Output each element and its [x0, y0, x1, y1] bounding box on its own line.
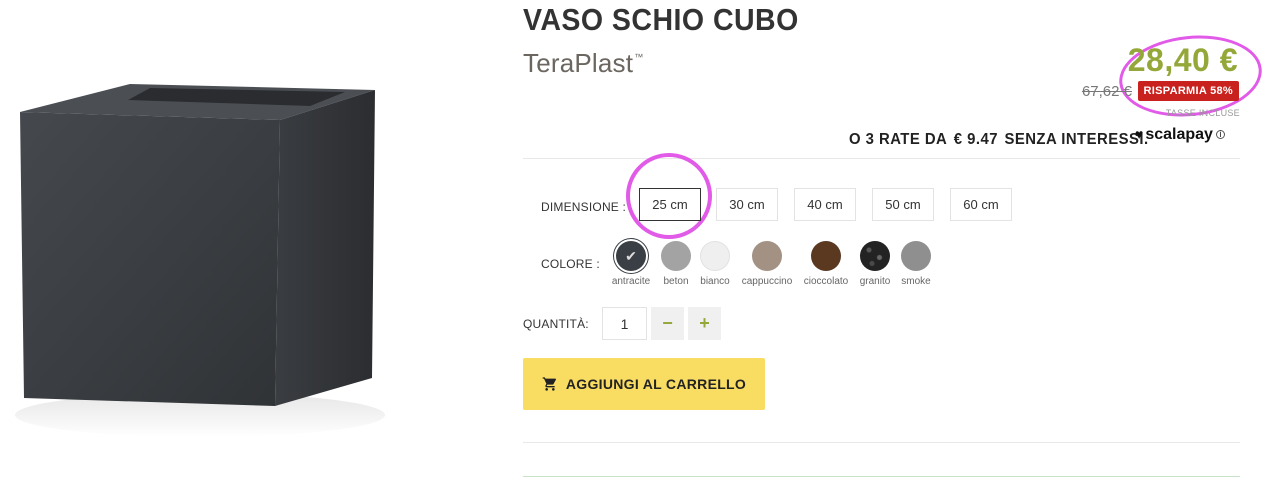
size-option-30[interactable]: 30 cm: [716, 188, 778, 221]
add-to-cart-label: AGGIUNGI AL CARRELLO: [565, 376, 747, 392]
installments-info: O 3 RATE DA € 9.47 SENZA INTERESSI.: [849, 131, 1155, 149]
heart-icon: ♥: [1135, 126, 1144, 142]
tax-note: TASSE INCLUSE: [1165, 108, 1240, 118]
divider: [523, 442, 1240, 443]
size-option-40[interactable]: 40 cm: [794, 188, 856, 221]
divider: [523, 158, 1240, 159]
cart-icon: [542, 377, 556, 391]
size-option-60[interactable]: 60 cm: [950, 188, 1012, 221]
color-swatch-smoke[interactable]: [901, 241, 931, 271]
quantity-increase-button[interactable]: +: [688, 307, 721, 340]
scalapay-label: scalapay: [1145, 126, 1213, 143]
color-swatch-antracite[interactable]: ✔: [616, 241, 646, 271]
add-to-cart-button[interactable]: AGGIUNGI AL CARRELLO: [523, 358, 765, 410]
quantity-label: QUANTITÀ:: [523, 317, 589, 331]
dimension-label: DIMENSIONE :: [541, 200, 627, 214]
product-image: [15, 84, 385, 437]
color-swatch-granito[interactable]: [860, 241, 890, 271]
info-icon[interactable]: i: [1215, 130, 1225, 140]
installments-suffix: SENZA INTERESSI.: [1004, 131, 1149, 148]
scalapay-logo[interactable]: ♥ scalapay i: [1135, 126, 1225, 144]
quantity-decrease-button[interactable]: −: [651, 307, 684, 340]
product-title: VASO SCHIO CUBO: [523, 2, 799, 37]
size-option-50[interactable]: 50 cm: [872, 188, 934, 221]
size-option-25[interactable]: 25 cm: [639, 188, 701, 221]
checkmark-icon: ✔: [625, 247, 637, 264]
color-label: COLORE :: [541, 257, 600, 271]
color-swatch-cappuccino[interactable]: [752, 241, 782, 271]
brand-label: TeraPlast: [523, 48, 634, 78]
brand-name[interactable]: TeraPlast™: [523, 48, 643, 79]
current-price: 28,40 €: [1127, 42, 1238, 78]
color-swatch-bianco[interactable]: [700, 241, 730, 271]
installments-text: O 3 RATE DA: [849, 131, 948, 148]
old-price: 67,62 €: [1081, 83, 1132, 100]
divider: [523, 476, 1240, 477]
color-swatch-beton[interactable]: [661, 241, 691, 271]
installments-amount: € 9.47: [953, 131, 998, 148]
quantity-input[interactable]: 1: [602, 307, 647, 340]
trademark-mark: ™: [634, 52, 644, 62]
savings-badge: RISPARMIA 58%: [1137, 81, 1239, 101]
color-name: smoke: [901, 276, 931, 287]
color-swatch-cioccolato[interactable]: [811, 241, 841, 271]
